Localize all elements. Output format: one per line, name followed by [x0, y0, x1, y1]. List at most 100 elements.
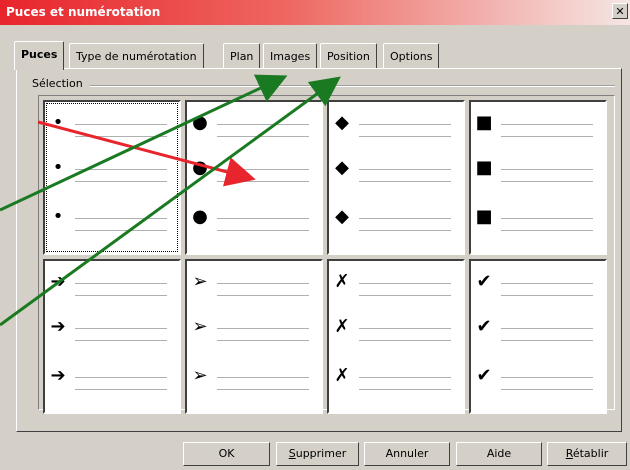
bullet-option-cross[interactable]: ✗ ✗ ✗ — [327, 259, 465, 414]
aide-button-label: Aide — [486, 447, 512, 460]
bullet-line-preview — [501, 181, 593, 182]
selection-group-divider — [90, 85, 615, 87]
bullet-option-diamond[interactable]: ◆ ◆ ◆ — [327, 100, 465, 255]
bullet-line-preview — [359, 377, 451, 378]
title-bar: Puces et numérotation — [0, 0, 630, 25]
check-icon: ✔ — [476, 271, 492, 292]
ok-button-label: OK — [218, 447, 235, 460]
bullet-line-preview — [217, 181, 309, 182]
tab-label: Puces — [21, 48, 58, 61]
aide-button[interactable]: Aide — [456, 442, 542, 466]
bullet-line-preview — [217, 340, 309, 341]
bullet-line-preview — [217, 389, 309, 390]
tab-plan[interactable]: Plan — [223, 43, 261, 68]
bullet-line-preview — [75, 377, 167, 378]
annuler-button[interactable]: Annuler — [364, 442, 450, 466]
bullet-line-preview — [501, 124, 593, 125]
bullet-line-preview — [217, 124, 309, 125]
annuler-button-label: Annuler — [385, 447, 429, 460]
window-title: Puces et numérotation — [6, 5, 161, 19]
diamond-icon: ◆ — [335, 206, 349, 227]
bullet-line-preview — [217, 283, 309, 284]
bullet-line-preview — [359, 389, 451, 390]
bullet-line-preview — [359, 340, 451, 341]
check-icon: ✔ — [476, 365, 492, 386]
tab-label: Images — [270, 50, 311, 63]
bullet-line-preview — [217, 377, 309, 378]
close-icon: ✕ — [615, 5, 625, 18]
bullet-line-preview — [75, 136, 167, 137]
tab-label: Position — [327, 50, 370, 63]
bullet-line-preview — [217, 230, 309, 231]
bullet-line-preview — [359, 283, 451, 284]
tab-puces[interactable]: Puces — [14, 41, 65, 70]
large-dot-icon: ● — [192, 206, 208, 227]
tab-label: Options — [390, 50, 433, 63]
bullet-line-preview — [217, 169, 309, 170]
bullet-line-preview — [75, 124, 167, 125]
bullet-option-check[interactable]: ✔ ✔ ✔ — [469, 259, 607, 414]
bullet-line-preview — [501, 295, 593, 296]
tab-position[interactable]: Position — [320, 43, 377, 68]
small-dot-icon: • — [52, 157, 64, 178]
bullet-line-preview — [75, 283, 167, 284]
supprimer-accesskey: S — [288, 447, 296, 460]
bullet-line-preview — [501, 389, 593, 390]
bullet-line-preview — [501, 230, 593, 231]
check-icon: ✔ — [476, 316, 492, 337]
bullet-line-preview — [217, 328, 309, 329]
bullet-option-large-dot[interactable]: ● ● ● — [185, 100, 323, 255]
bullet-selection-grid: • • • ● ● ● ◆ ◆ ◆ ■ ■ ■ ➔ ➔ ➔ ➢ ➢ ➢ ✗ ✗ ✗ ✔ ✔ ✔ — [38, 95, 615, 414]
bullet-line-preview — [501, 136, 593, 137]
bullet-line-preview — [501, 328, 593, 329]
square-icon: ■ — [475, 112, 493, 133]
cross-icon: ✗ — [334, 271, 350, 292]
bullet-line-preview — [359, 136, 451, 137]
bullet-option-square[interactable]: ■ ■ ■ — [469, 100, 607, 255]
bullet-line-preview — [501, 377, 593, 378]
bullet-line-preview — [359, 328, 451, 329]
bullet-option-arrowhead[interactable]: ➢ ➢ ➢ — [185, 259, 323, 414]
bullet-line-preview — [75, 230, 167, 231]
arrowhead-icon: ➢ — [192, 271, 208, 292]
bullet-line-preview — [501, 340, 593, 341]
tab-type-de-numerotation[interactable]: Type de numérotation — [69, 43, 204, 68]
bullet-option-arrow[interactable]: ➔ ➔ ➔ — [43, 259, 181, 414]
close-button[interactable]: ✕ — [612, 3, 628, 19]
large-dot-icon: ● — [192, 112, 208, 133]
bullet-line-preview — [359, 181, 451, 182]
bullet-line-preview — [217, 295, 309, 296]
tab-label: Type de numérotation — [76, 50, 197, 63]
ok-button[interactable]: OK — [183, 442, 270, 466]
square-icon: ■ — [475, 157, 493, 178]
bullet-line-preview — [359, 230, 451, 231]
arrowhead-icon: ➢ — [192, 316, 208, 337]
tab-images[interactable]: Images — [263, 43, 318, 68]
bullet-line-preview — [217, 136, 309, 137]
bullet-line-preview — [75, 328, 167, 329]
tab-label: Plan — [230, 50, 254, 63]
retablir-label: établir — [572, 447, 609, 460]
bullet-line-preview — [75, 181, 167, 182]
bullet-line-preview — [501, 218, 593, 219]
bullet-option-small-dot[interactable]: • • • — [43, 100, 181, 255]
bullet-line-preview — [359, 169, 451, 170]
selection-group-label: Sélection — [30, 77, 85, 90]
bullet-line-preview — [359, 124, 451, 125]
diamond-icon: ◆ — [335, 112, 349, 133]
arrow-icon: ➔ — [50, 365, 66, 386]
bullet-line-preview — [75, 295, 167, 296]
supprimer-button[interactable]: Supprimer — [276, 442, 359, 466]
cross-icon: ✗ — [334, 316, 350, 337]
dialog-window: Puces et numérotation ✕ Puces Type de nu… — [0, 0, 630, 470]
arrow-icon: ➔ — [50, 271, 66, 292]
bullet-line-preview — [75, 340, 167, 341]
arrowhead-icon: ➢ — [192, 365, 208, 386]
retablir-button[interactable]: Rétablir — [547, 442, 627, 466]
bullet-line-preview — [359, 295, 451, 296]
bullet-line-preview — [501, 283, 593, 284]
tab-options[interactable]: Options — [383, 43, 440, 68]
retablir-accesskey: R — [565, 447, 573, 460]
bullet-line-preview — [359, 218, 451, 219]
large-dot-icon: ● — [192, 157, 208, 178]
